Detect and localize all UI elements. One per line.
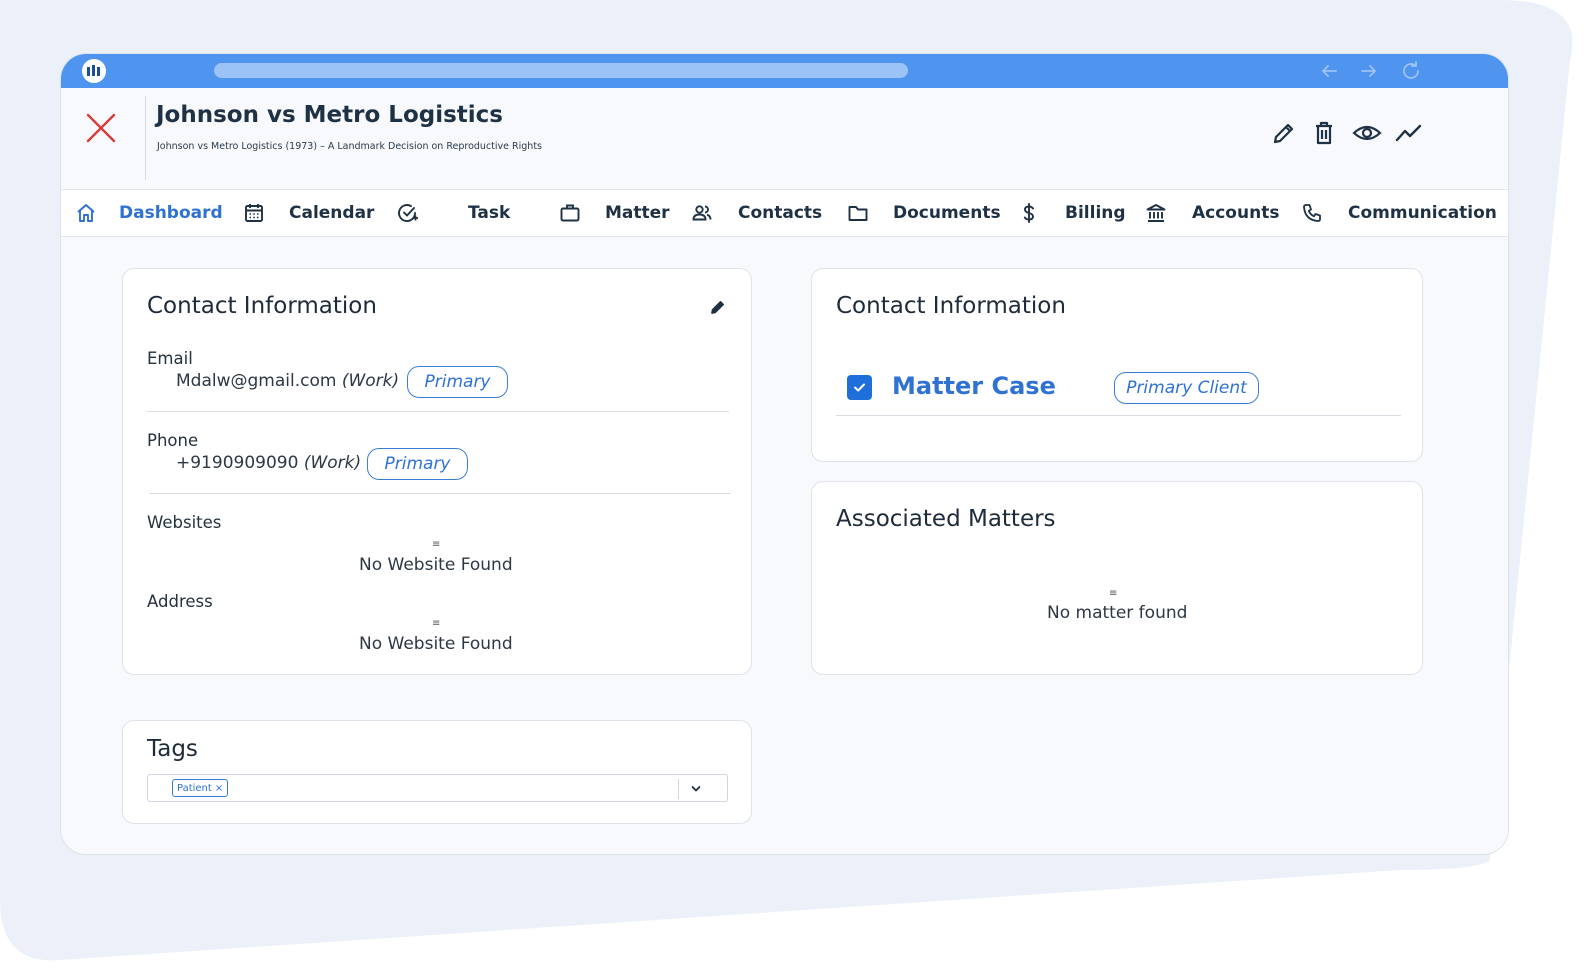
back-arrow-icon[interactable]: [1318, 60, 1340, 82]
matter-checkbox[interactable]: [847, 375, 872, 400]
phone-type: (Work): [303, 453, 362, 473]
refresh-icon[interactable]: [1400, 60, 1422, 82]
edit-pencil-icon[interactable]: [709, 298, 727, 316]
matter-case-link[interactable]: Matter Case: [892, 372, 1056, 400]
address-bar[interactable]: [214, 63, 908, 78]
tag-chip: Patient ×: [172, 779, 229, 797]
tag-chip-label: Patient: [177, 782, 212, 794]
websites-empty-text: No Website Found: [359, 555, 513, 575]
app-logo-icon: [82, 59, 106, 83]
phone-label: Phone: [147, 431, 199, 450]
associated-empty-text: No matter found: [1047, 603, 1188, 623]
main-tabs: Dashboard Calendar Task Matter Contacts …: [61, 189, 1508, 237]
tags-select[interactable]: Patient ×: [147, 774, 728, 802]
tab-label: Documents: [893, 203, 1001, 223]
email-primary-badge: Primary: [407, 366, 508, 398]
email-address[interactable]: Mdalw@gmail.com: [176, 371, 336, 391]
page-title: Johnson vs Metro Logistics: [156, 102, 503, 128]
primary-client-badge: Primary Client: [1114, 372, 1259, 404]
phone-value: +9190909090 (Work): [176, 453, 361, 473]
briefcase-icon: [560, 204, 580, 222]
address-empty-text: No Website Found: [359, 634, 513, 654]
empty-state-icon: ≡: [1109, 588, 1118, 599]
home-icon: [77, 204, 95, 222]
tab-label: Contacts: [738, 203, 823, 223]
select-separator: [678, 779, 679, 799]
matter-contact-card: Contact Information Matter Case Primary …: [811, 268, 1423, 462]
card-title: Associated Matters: [836, 506, 1056, 532]
tab-label: Accounts: [1192, 203, 1280, 223]
contact-info-card: Contact Information Email Mdalw@gmail.co…: [122, 268, 752, 675]
tab-label: Calendar: [289, 203, 375, 223]
folder-icon: [848, 206, 868, 221]
tags-card: Tags Patient ×: [122, 720, 752, 824]
phone-icon: [1303, 204, 1321, 222]
tab-label: Billing: [1065, 203, 1126, 223]
header-divider: [145, 96, 146, 180]
divider: [149, 493, 731, 494]
calendar-icon: [245, 204, 263, 222]
address-label: Address: [147, 592, 213, 611]
tag-remove-icon[interactable]: ×: [215, 783, 223, 794]
app-window: Johnson vs Metro Logistics Johnson vs Me…: [60, 53, 1509, 855]
people-icon: [692, 205, 712, 221]
window-titlebar: [61, 54, 1508, 88]
tab-label: Matter: [605, 203, 670, 223]
chevron-down-icon[interactable]: [688, 781, 704, 797]
email-label: Email: [147, 349, 193, 368]
email-value: Mdalw@gmail.com (Work): [176, 371, 399, 391]
phone-number[interactable]: +9190909090: [176, 453, 298, 473]
divider: [147, 411, 729, 412]
tab-label: Task: [468, 203, 511, 223]
dollar-icon: [1023, 203, 1034, 223]
associated-matters-card: Associated Matters ≡ No matter found: [811, 481, 1423, 675]
tab-label: Communication: [1348, 203, 1497, 223]
empty-state-icon: ≡: [432, 539, 441, 550]
pencil-icon[interactable]: [1269, 118, 1299, 148]
card-title: Contact Information: [147, 293, 377, 319]
trash-icon[interactable]: [1309, 118, 1339, 148]
page-subtitle: Johnson vs Metro Logistics (1973) – A La…: [157, 141, 542, 152]
phone-primary-badge: Primary: [367, 448, 468, 480]
divider: [836, 415, 1401, 416]
close-icon[interactable]: [85, 112, 117, 144]
forward-arrow-icon[interactable]: [1358, 60, 1380, 82]
checkmark-icon: [854, 383, 865, 392]
tab-label: Dashboard: [119, 203, 223, 223]
matter-header: Johnson vs Metro Logistics Johnson vs Me…: [61, 88, 1508, 189]
bank-icon: [1146, 204, 1166, 222]
email-type: (Work): [341, 371, 400, 391]
card-title: Contact Information: [836, 293, 1066, 319]
empty-state-icon: ≡: [432, 618, 441, 629]
websites-label: Websites: [147, 513, 222, 532]
task-check-icon: [398, 204, 418, 222]
activity-icon[interactable]: [1394, 118, 1424, 148]
eye-icon[interactable]: [1352, 118, 1382, 148]
card-title: Tags: [147, 736, 198, 762]
